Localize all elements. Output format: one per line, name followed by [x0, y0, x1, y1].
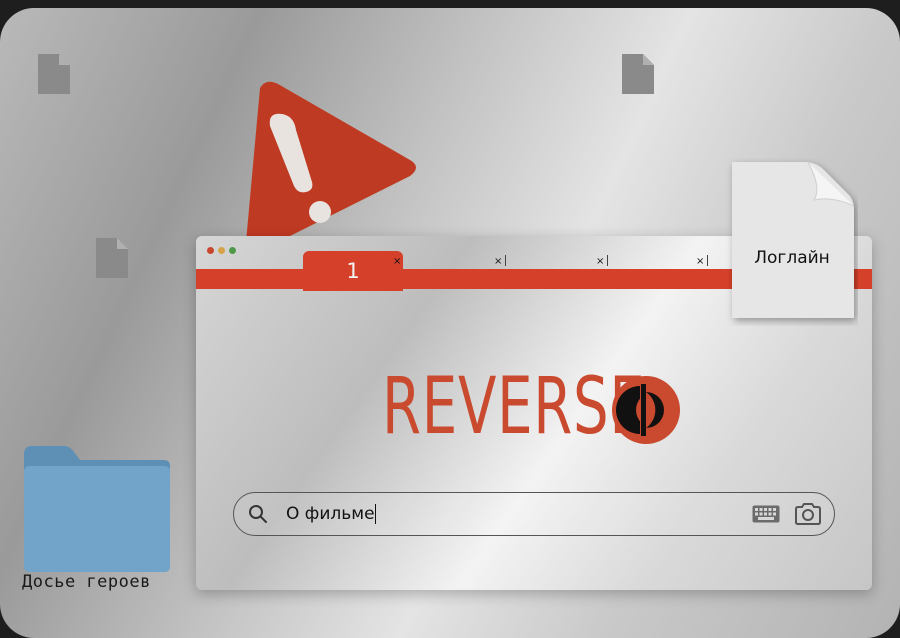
- maximize-window-button[interactable]: [229, 247, 236, 254]
- logo-text: REVERSE: [382, 362, 646, 452]
- tab-separator: [707, 255, 708, 266]
- desktop: Досье героев 1 × × × × REVERSE О фильме …: [0, 8, 900, 638]
- document-icon[interactable]: [622, 54, 654, 94]
- tab-close-icon[interactable]: ×: [696, 256, 704, 267]
- search-input[interactable]: [286, 502, 706, 526]
- document-file-icon[interactable]: [724, 158, 858, 326]
- tab-close-icon[interactable]: ×: [494, 256, 502, 267]
- tab-separator: [607, 255, 608, 266]
- search-bar[interactable]: [233, 492, 835, 536]
- document-file-label[interactable]: Логлайн: [736, 248, 848, 268]
- document-icon[interactable]: [38, 54, 70, 94]
- minimize-window-button[interactable]: [218, 247, 225, 254]
- reverse-logo-mark-icon: [610, 374, 682, 446]
- folder-label[interactable]: Досье героев: [22, 572, 182, 592]
- camera-icon[interactable]: [794, 502, 822, 526]
- tab-label: 1: [346, 259, 360, 283]
- folder-icon[interactable]: [24, 446, 170, 572]
- tab-close-icon[interactable]: ×: [596, 256, 604, 267]
- text-caret: [375, 504, 376, 524]
- keyboard-icon[interactable]: [752, 505, 780, 523]
- tab-active[interactable]: 1: [303, 251, 403, 291]
- search-icon[interactable]: [248, 504, 268, 524]
- tab-close-icon[interactable]: ×: [393, 256, 401, 267]
- document-icon[interactable]: [96, 238, 128, 278]
- warning-triangle-icon: [232, 74, 422, 254]
- tab-separator: [505, 255, 506, 266]
- close-window-button[interactable]: [207, 247, 214, 254]
